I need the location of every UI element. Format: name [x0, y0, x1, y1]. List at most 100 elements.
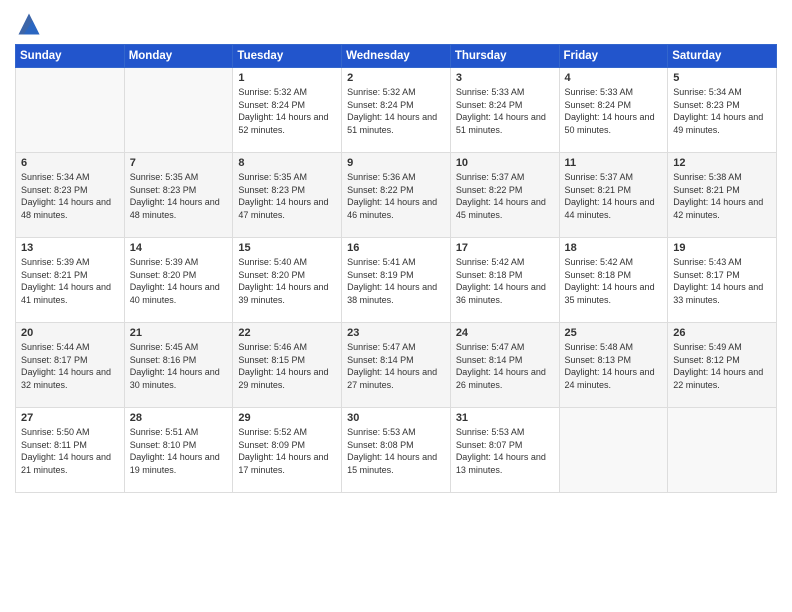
day-info: Sunrise: 5:39 AMSunset: 8:20 PMDaylight:…	[130, 256, 228, 306]
calendar-cell: 23 Sunrise: 5:47 AMSunset: 8:14 PMDayligh…	[342, 323, 451, 408]
day-info: Sunrise: 5:44 AMSunset: 8:17 PMDaylight:…	[21, 341, 119, 391]
day-number: 20	[21, 327, 119, 339]
day-info: Sunrise: 5:47 AMSunset: 8:14 PMDaylight:…	[456, 341, 554, 391]
day-number: 6	[21, 157, 119, 169]
weekday-header-sunday: Sunday	[16, 45, 125, 68]
calendar-week-row: 6 Sunrise: 5:34 AMSunset: 8:23 PMDaylight…	[16, 153, 777, 238]
day-number: 27	[21, 412, 119, 424]
day-number: 21	[130, 327, 228, 339]
day-number: 15	[238, 242, 336, 254]
day-info: Sunrise: 5:36 AMSunset: 8:22 PMDaylight:…	[347, 171, 445, 221]
day-info: Sunrise: 5:32 AMSunset: 8:24 PMDaylight:…	[238, 86, 336, 136]
calendar-cell: 10Sunrise: 5:37 AMSunset: 8:22 PMDayligh…	[450, 153, 559, 238]
calendar-cell: 16 Sunrise: 5:41 AMSunset: 8:19 PMDayligh…	[342, 238, 451, 323]
day-info: Sunrise: 5:41 AMSunset: 8:19 PMDaylight:…	[347, 256, 445, 306]
calendar-cell: 24 Sunrise: 5:47 AMSunset: 8:14 PMDayligh…	[450, 323, 559, 408]
day-number: 5	[673, 72, 771, 84]
day-number: 19	[673, 242, 771, 254]
day-number: 26	[673, 327, 771, 339]
calendar-cell: 8 Sunrise: 5:35 AMSunset: 8:23 PMDaylight…	[233, 153, 342, 238]
weekday-header-thursday: Thursday	[450, 45, 559, 68]
day-info: Sunrise: 5:34 AMSunset: 8:23 PMDaylight:…	[21, 171, 119, 221]
calendar-cell: 26 Sunrise: 5:49 AMSunset: 8:12 PMDayligh…	[668, 323, 777, 408]
day-number: 22	[238, 327, 336, 339]
day-info: Sunrise: 5:35 AMSunset: 8:23 PMDaylight:…	[130, 171, 228, 221]
calendar-cell: 14 Sunrise: 5:39 AMSunset: 8:20 PMDayligh…	[124, 238, 233, 323]
day-number: 7	[130, 157, 228, 169]
day-number: 18	[565, 242, 663, 254]
day-number: 31	[456, 412, 554, 424]
day-info: Sunrise: 5:42 AMSunset: 8:18 PMDaylight:…	[456, 256, 554, 306]
weekday-header-monday: Monday	[124, 45, 233, 68]
calendar-week-row: 27 Sunrise: 5:50 AMSunset: 8:11 PMDayligh…	[16, 408, 777, 493]
day-number: 4	[565, 72, 663, 84]
calendar-cell: 29 Sunrise: 5:52 AMSunset: 8:09 PMDayligh…	[233, 408, 342, 493]
day-number: 1	[238, 72, 336, 84]
day-info: Sunrise: 5:33 AMSunset: 8:24 PMDaylight:…	[456, 86, 554, 136]
weekday-header-friday: Friday	[559, 45, 668, 68]
day-info: Sunrise: 5:38 AMSunset: 8:21 PMDaylight:…	[673, 171, 771, 221]
day-number: 23	[347, 327, 445, 339]
calendar-week-row: 20 Sunrise: 5:44 AMSunset: 8:17 PMDayligh…	[16, 323, 777, 408]
calendar-cell: 19Sunrise: 5:43 AMSunset: 8:17 PMDayligh…	[668, 238, 777, 323]
day-info: Sunrise: 5:47 AMSunset: 8:14 PMDaylight:…	[347, 341, 445, 391]
day-info: Sunrise: 5:39 AMSunset: 8:21 PMDaylight:…	[21, 256, 119, 306]
calendar-cell: 2 Sunrise: 5:32 AMSunset: 8:24 PMDaylight…	[342, 68, 451, 153]
day-number: 14	[130, 242, 228, 254]
day-info: Sunrise: 5:37 AMSunset: 8:21 PMDaylight:…	[565, 171, 663, 221]
calendar-cell: 1 Sunrise: 5:32 AMSunset: 8:24 PMDaylight…	[233, 68, 342, 153]
day-info: Sunrise: 5:53 AMSunset: 8:08 PMDaylight:…	[347, 426, 445, 476]
calendar-cell: 27 Sunrise: 5:50 AMSunset: 8:11 PMDayligh…	[16, 408, 125, 493]
day-number: 10	[456, 157, 554, 169]
day-info: Sunrise: 5:46 AMSunset: 8:15 PMDaylight:…	[238, 341, 336, 391]
calendar-cell: 11 Sunrise: 5:37 AMSunset: 8:21 PMDayligh…	[559, 153, 668, 238]
calendar-cell: 20 Sunrise: 5:44 AMSunset: 8:17 PMDayligh…	[16, 323, 125, 408]
calendar-cell	[124, 68, 233, 153]
day-info: Sunrise: 5:52 AMSunset: 8:09 PMDaylight:…	[238, 426, 336, 476]
weekday-header-tuesday: Tuesday	[233, 45, 342, 68]
calendar-cell: 28 Sunrise: 5:51 AMSunset: 8:10 PMDayligh…	[124, 408, 233, 493]
calendar-cell	[559, 408, 668, 493]
day-number: 11	[565, 157, 663, 169]
calendar-cell	[668, 408, 777, 493]
day-info: Sunrise: 5:42 AMSunset: 8:18 PMDaylight:…	[565, 256, 663, 306]
day-info: Sunrise: 5:33 AMSunset: 8:24 PMDaylight:…	[565, 86, 663, 136]
header	[15, 10, 777, 38]
weekday-header-saturday: Saturday	[668, 45, 777, 68]
calendar-cell: 13 Sunrise: 5:39 AMSunset: 8:21 PMDayligh…	[16, 238, 125, 323]
day-number: 29	[238, 412, 336, 424]
day-number: 24	[456, 327, 554, 339]
calendar-cell: 5 Sunrise: 5:34 AMSunset: 8:23 PMDaylight…	[668, 68, 777, 153]
calendar-cell: 6 Sunrise: 5:34 AMSunset: 8:23 PMDaylight…	[16, 153, 125, 238]
day-info: Sunrise: 5:48 AMSunset: 8:13 PMDaylight:…	[565, 341, 663, 391]
calendar-cell: 25 Sunrise: 5:48 AMSunset: 8:13 PMDayligh…	[559, 323, 668, 408]
day-number: 3	[456, 72, 554, 84]
calendar-cell: 17 Sunrise: 5:42 AMSunset: 8:18 PMDayligh…	[450, 238, 559, 323]
day-info: Sunrise: 5:50 AMSunset: 8:11 PMDaylight:…	[21, 426, 119, 476]
day-info: Sunrise: 5:40 AMSunset: 8:20 PMDaylight:…	[238, 256, 336, 306]
day-number: 13	[21, 242, 119, 254]
calendar-cell: 9Sunrise: 5:36 AMSunset: 8:22 PMDaylight…	[342, 153, 451, 238]
calendar-cell: 4 Sunrise: 5:33 AMSunset: 8:24 PMDaylight…	[559, 68, 668, 153]
day-number: 8	[238, 157, 336, 169]
weekday-header-row: SundayMondayTuesdayWednesdayThursdayFrid…	[16, 45, 777, 68]
calendar-cell: 7 Sunrise: 5:35 AMSunset: 8:23 PMDaylight…	[124, 153, 233, 238]
day-number: 28	[130, 412, 228, 424]
day-number: 17	[456, 242, 554, 254]
calendar-cell: 3 Sunrise: 5:33 AMSunset: 8:24 PMDaylight…	[450, 68, 559, 153]
day-info: Sunrise: 5:51 AMSunset: 8:10 PMDaylight:…	[130, 426, 228, 476]
logo-icon	[15, 10, 43, 38]
calendar-cell: 15 Sunrise: 5:40 AMSunset: 8:20 PMDayligh…	[233, 238, 342, 323]
day-number: 2	[347, 72, 445, 84]
day-info: Sunrise: 5:49 AMSunset: 8:12 PMDaylight:…	[673, 341, 771, 391]
day-info: Sunrise: 5:32 AMSunset: 8:24 PMDaylight:…	[347, 86, 445, 136]
day-number: 30	[347, 412, 445, 424]
calendar-cell: 30 Sunrise: 5:53 AMSunset: 8:08 PMDayligh…	[342, 408, 451, 493]
calendar-week-row: 1 Sunrise: 5:32 AMSunset: 8:24 PMDaylight…	[16, 68, 777, 153]
day-info: Sunrise: 5:34 AMSunset: 8:23 PMDaylight:…	[673, 86, 771, 136]
page: SundayMondayTuesdayWednesdayThursdayFrid…	[0, 0, 792, 612]
day-info: Sunrise: 5:35 AMSunset: 8:23 PMDaylight:…	[238, 171, 336, 221]
day-number: 25	[565, 327, 663, 339]
day-number: 16	[347, 242, 445, 254]
calendar-cell	[16, 68, 125, 153]
